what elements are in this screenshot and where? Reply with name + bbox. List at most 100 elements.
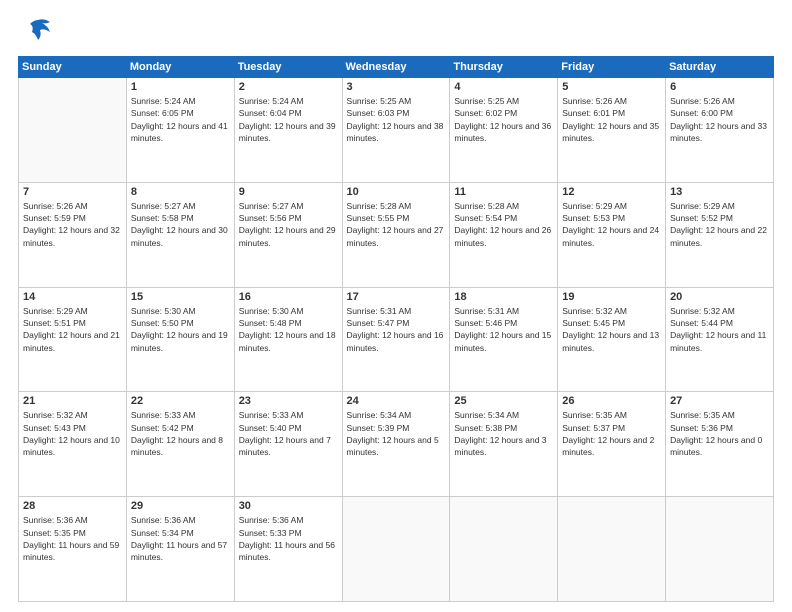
day-info: Sunrise: 5:24 AMSunset: 6:04 PMDaylight:… xyxy=(239,95,338,144)
sunset-label: Sunset: 5:33 PM xyxy=(239,528,302,538)
calendar-day-cell xyxy=(558,497,666,602)
calendar-day-cell: 24Sunrise: 5:34 AMSunset: 5:39 PMDayligh… xyxy=(342,392,450,497)
calendar-day-cell: 14Sunrise: 5:29 AMSunset: 5:51 PMDayligh… xyxy=(19,287,127,392)
sunset-label: Sunset: 5:47 PM xyxy=(347,318,410,328)
calendar-day-cell: 7Sunrise: 5:26 AMSunset: 5:59 PMDaylight… xyxy=(19,182,127,287)
sunrise-label: Sunrise: 5:26 AM xyxy=(670,96,735,106)
calendar-day-cell: 10Sunrise: 5:28 AMSunset: 5:55 PMDayligh… xyxy=(342,182,450,287)
day-info: Sunrise: 5:26 AMSunset: 5:59 PMDaylight:… xyxy=(23,200,122,249)
day-info: Sunrise: 5:28 AMSunset: 5:54 PMDaylight:… xyxy=(454,200,553,249)
calendar-day-cell: 8Sunrise: 5:27 AMSunset: 5:58 PMDaylight… xyxy=(126,182,234,287)
sunset-label: Sunset: 5:54 PM xyxy=(454,213,517,223)
daylight-label: Daylight: 11 hours and 56 minutes. xyxy=(239,540,335,562)
sunset-label: Sunset: 6:00 PM xyxy=(670,108,733,118)
weekday-cell: Monday xyxy=(126,57,234,78)
calendar-day-cell: 13Sunrise: 5:29 AMSunset: 5:52 PMDayligh… xyxy=(666,182,774,287)
sunrise-label: Sunrise: 5:30 AM xyxy=(131,306,196,316)
page: SundayMondayTuesdayWednesdayThursdayFrid… xyxy=(0,0,792,612)
day-number: 3 xyxy=(347,81,446,93)
day-info: Sunrise: 5:32 AM Sunset: 5:43 PM Daylight:… xyxy=(23,409,122,458)
daylight-label: Daylight: 12 hours and 11 minutes. xyxy=(670,330,766,352)
day-info: Sunrise: 5:29 AMSunset: 5:51 PMDaylight:… xyxy=(23,305,122,354)
day-info: Sunrise: 5:26 AMSunset: 6:00 PMDaylight:… xyxy=(670,95,769,144)
daylight-label: Daylight: 12 hours and 22 minutes. xyxy=(670,225,767,247)
day-number: 17 xyxy=(347,291,446,303)
daylight-label: Daylight: 12 hours and 24 minutes. xyxy=(562,225,659,247)
weekday-cell: Wednesday xyxy=(342,57,450,78)
calendar-day-cell: 4Sunrise: 5:25 AMSunset: 6:02 PMDaylight… xyxy=(450,78,558,183)
calendar-day-cell: 3 Sunrise: 5:25 AMSunset: 6:03 PMDaylight… xyxy=(342,78,450,183)
sunrise-label: Sunrise: 5:26 AM xyxy=(562,96,627,106)
calendar-day-cell: 5Sunrise: 5:26 AMSunset: 6:01 PMDaylight… xyxy=(558,78,666,183)
calendar-day-cell: 21Sunrise: 5:32 AMSunset: 5:43 PMDayligh… xyxy=(19,392,127,497)
sunset-label: Sunset: 5:58 PM xyxy=(131,213,194,223)
calendar-day-cell: 1Sunrise: 5:24 AMSunset: 6:05 PMDaylight… xyxy=(126,78,234,183)
sunset-label: Sunset: 5:42 PM xyxy=(131,423,194,433)
calendar-day-cell: 12Sunrise: 5:29 AMSunset: 5:53 PMDayligh… xyxy=(558,182,666,287)
day-info: Sunrise: 5:36 AMSunset: 5:34 PMDaylight:… xyxy=(131,514,230,563)
daylight-label: Daylight: 12 hours and 35 minutes. xyxy=(562,121,659,143)
day-number: 28 xyxy=(23,500,122,512)
day-info: Sunrise: 5:31 AMSunset: 5:46 PMDaylight:… xyxy=(454,305,553,354)
calendar-day-cell: 17 Sunrise: 5:31 AMSunset: 5:47 PMDayligh… xyxy=(342,287,450,392)
day-info: Sunrise: 5:34 AMSunset: 5:38 PMDaylight:… xyxy=(454,409,553,458)
sunset-label: Sunset: 5:55 PM xyxy=(347,213,410,223)
day-number: 8 xyxy=(131,186,230,198)
calendar-day-cell: 2 Sunrise: 5:24 AMSunset: 6:04 PMDaylight… xyxy=(234,78,342,183)
day-number: 16 xyxy=(239,291,338,303)
sunset-label: Sunset: 5:36 PM xyxy=(670,423,733,433)
day-info: Sunrise: 5:29 AMSunset: 5:52 PMDaylight:… xyxy=(670,200,769,249)
calendar-week-row: 21Sunrise: 5:32 AMSunset: 5:43 PMDayligh… xyxy=(19,392,774,497)
day-info: Sunrise: 5:25 AMSunset: 6:02 PMDaylight:… xyxy=(454,95,553,144)
day-number: 6 xyxy=(670,81,769,93)
sunrise-label: Sunrise: 5:27 AM xyxy=(131,201,196,211)
sunset-label: Sunset: 5:51 PM xyxy=(23,318,86,328)
day-info: Sunrise: 5:30 AMSunset: 5:50 PMDaylight:… xyxy=(131,305,230,354)
day-number: 22 xyxy=(131,395,230,407)
daylight-label: Daylight: 12 hours and 39 minutes. xyxy=(239,121,336,143)
sunrise-label: Sunrise: 5:35 AM xyxy=(670,410,735,420)
sunrise-label: Sunrise: 5:25 AM xyxy=(454,96,519,106)
calendar-week-row: 7Sunrise: 5:26 AMSunset: 5:59 PMDaylight… xyxy=(19,182,774,287)
calendar-day-cell: 16Sunrise: 5:30 AMSunset: 5:48 PMDayligh… xyxy=(234,287,342,392)
daylight-label: Daylight: 12 hours and 10 minutes. xyxy=(23,435,120,457)
calendar-day-cell: 26Sunrise: 5:35 AMSunset: 5:37 PMDayligh… xyxy=(558,392,666,497)
calendar-day-cell: 30Sunrise: 5:36 AMSunset: 5:33 PMDayligh… xyxy=(234,497,342,602)
day-info: Sunrise: 5:31 AMSunset: 5:47 PMDaylight:… xyxy=(347,305,446,354)
day-info: Sunrise: 5:27 AMSunset: 5:56 PMDaylight:… xyxy=(239,200,338,249)
header xyxy=(18,18,774,48)
sunrise-label: Sunrise: 5:32 AM xyxy=(23,410,88,420)
daylight-label: Daylight: 12 hours and 29 minutes. xyxy=(239,225,336,247)
day-info: Sunrise: 5:32 AMSunset: 5:44 PMDaylight:… xyxy=(670,305,769,354)
sunset-label: Sunset: 5:40 PM xyxy=(239,423,302,433)
daylight-label: Daylight: 12 hours and 8 minutes. xyxy=(131,435,223,457)
day-number: 2 xyxy=(239,81,338,93)
day-info: Sunrise: 5:34 AMSunset: 5:39 PMDaylight:… xyxy=(347,409,446,458)
weekday-cell: Tuesday xyxy=(234,57,342,78)
calendar-day-cell: 28Sunrise: 5:36 AMSunset: 5:35 PMDayligh… xyxy=(19,497,127,602)
daylight-label: Daylight: 12 hours and 26 minutes. xyxy=(454,225,551,247)
sunset-label: Sunset: 6:04 PM xyxy=(239,108,302,118)
day-number: 11 xyxy=(454,186,553,198)
sunrise-label: Sunrise: 5:29 AM xyxy=(23,306,88,316)
calendar-day-cell: 6Sunrise: 5:26 AMSunset: 6:00 PMDaylight… xyxy=(666,78,774,183)
day-info: Sunrise: 5:35 AMSunset: 5:36 PMDaylight:… xyxy=(670,409,769,458)
daylight-label: Daylight: 12 hours and 32 minutes. xyxy=(23,225,120,247)
calendar-day-cell: 18Sunrise: 5:31 AMSunset: 5:46 PMDayligh… xyxy=(450,287,558,392)
sunrise-label: Sunrise: 5:32 AM xyxy=(562,306,627,316)
sunset-label: Sunset: 5:56 PM xyxy=(239,213,302,223)
calendar-day-cell: 25Sunrise: 5:34 AMSunset: 5:38 PMDayligh… xyxy=(450,392,558,497)
daylight-label: Daylight: 11 hours and 59 minutes. xyxy=(23,540,119,562)
sunset-label: Sunset: 5:43 PM xyxy=(23,423,86,433)
daylight-label: Daylight: 11 hours and 57 minutes. xyxy=(131,540,227,562)
sunset-label: Sunset: 5:50 PM xyxy=(131,318,194,328)
sunrise-label: Sunrise: 5:28 AM xyxy=(347,201,412,211)
day-info: Sunrise: 5:25 AMSunset: 6:03 PMDaylight:… xyxy=(347,95,446,144)
day-info: Sunrise: 5:32 AMSunset: 5:45 PMDaylight:… xyxy=(562,305,661,354)
day-number: 10 xyxy=(347,186,446,198)
daylight-label: Daylight: 12 hours and 2 minutes. xyxy=(562,435,654,457)
sunrise-label: Sunrise: 5:33 AM xyxy=(131,410,196,420)
sunset-label: Sunset: 6:03 PM xyxy=(347,108,410,118)
day-number: 23 xyxy=(239,395,338,407)
sunrise-label: Sunrise: 5:36 AM xyxy=(23,515,88,525)
